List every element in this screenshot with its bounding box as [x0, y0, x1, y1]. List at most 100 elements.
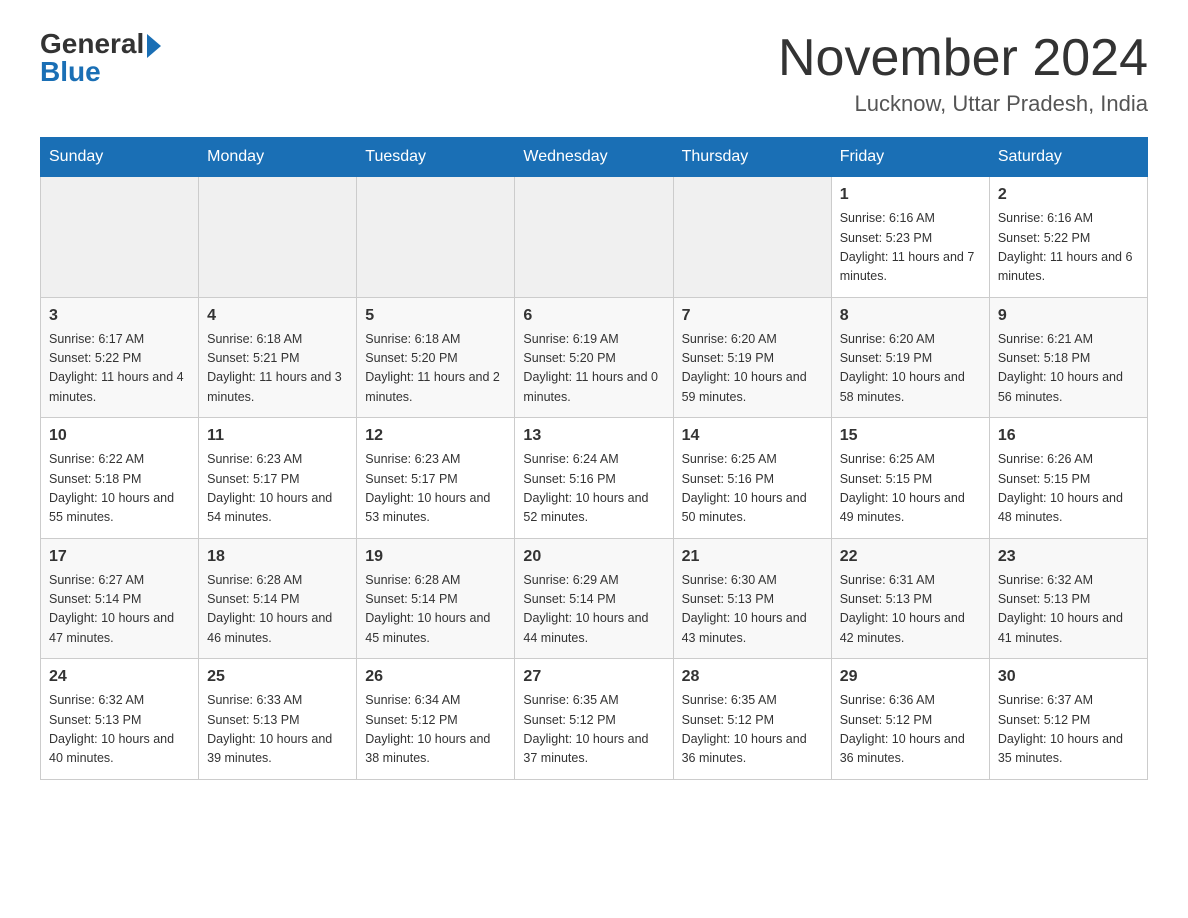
day-number: 13: [523, 424, 664, 448]
week-row-5: 24Sunrise: 6:32 AMSunset: 5:13 PMDayligh…: [41, 659, 1148, 780]
calendar-table: SundayMondayTuesdayWednesdayThursdayFrid…: [40, 137, 1148, 780]
day-info: Sunrise: 6:19 AMSunset: 5:20 PMDaylight:…: [523, 330, 664, 408]
calendar-cell: 26Sunrise: 6:34 AMSunset: 5:12 PMDayligh…: [357, 659, 515, 780]
week-row-1: 1Sunrise: 6:16 AMSunset: 5:23 PMDaylight…: [41, 177, 1148, 298]
calendar-cell: 17Sunrise: 6:27 AMSunset: 5:14 PMDayligh…: [41, 538, 199, 659]
day-info: Sunrise: 6:22 AMSunset: 5:18 PMDaylight:…: [49, 450, 190, 528]
calendar-cell: 14Sunrise: 6:25 AMSunset: 5:16 PMDayligh…: [673, 418, 831, 539]
calendar-cell: 23Sunrise: 6:32 AMSunset: 5:13 PMDayligh…: [989, 538, 1147, 659]
calendar-cell: 10Sunrise: 6:22 AMSunset: 5:18 PMDayligh…: [41, 418, 199, 539]
day-number: 18: [207, 545, 348, 569]
day-info: Sunrise: 6:32 AMSunset: 5:13 PMDaylight:…: [49, 691, 190, 769]
day-number: 27: [523, 665, 664, 689]
day-number: 23: [998, 545, 1139, 569]
weekday-header-sunday: Sunday: [41, 138, 199, 177]
day-number: 30: [998, 665, 1139, 689]
calendar-cell: 12Sunrise: 6:23 AMSunset: 5:17 PMDayligh…: [357, 418, 515, 539]
calendar-cell: [41, 177, 199, 298]
calendar-cell: 24Sunrise: 6:32 AMSunset: 5:13 PMDayligh…: [41, 659, 199, 780]
calendar-cell: 8Sunrise: 6:20 AMSunset: 5:19 PMDaylight…: [831, 297, 989, 418]
day-number: 12: [365, 424, 506, 448]
calendar-cell: 13Sunrise: 6:24 AMSunset: 5:16 PMDayligh…: [515, 418, 673, 539]
day-number: 2: [998, 183, 1139, 207]
weekday-header-thursday: Thursday: [673, 138, 831, 177]
day-info: Sunrise: 6:16 AMSunset: 5:22 PMDaylight:…: [998, 209, 1139, 287]
day-info: Sunrise: 6:20 AMSunset: 5:19 PMDaylight:…: [840, 330, 981, 408]
day-info: Sunrise: 6:25 AMSunset: 5:16 PMDaylight:…: [682, 450, 823, 528]
day-info: Sunrise: 6:29 AMSunset: 5:14 PMDaylight:…: [523, 571, 664, 649]
day-number: 24: [49, 665, 190, 689]
day-number: 25: [207, 665, 348, 689]
day-info: Sunrise: 6:33 AMSunset: 5:13 PMDaylight:…: [207, 691, 348, 769]
calendar-cell: 27Sunrise: 6:35 AMSunset: 5:12 PMDayligh…: [515, 659, 673, 780]
day-number: 6: [523, 304, 664, 328]
day-number: 7: [682, 304, 823, 328]
calendar-cell: 25Sunrise: 6:33 AMSunset: 5:13 PMDayligh…: [199, 659, 357, 780]
weekday-header-row: SundayMondayTuesdayWednesdayThursdayFrid…: [41, 138, 1148, 177]
day-number: 29: [840, 665, 981, 689]
day-info: Sunrise: 6:16 AMSunset: 5:23 PMDaylight:…: [840, 209, 981, 287]
calendar-cell: [673, 177, 831, 298]
day-number: 20: [523, 545, 664, 569]
day-info: Sunrise: 6:23 AMSunset: 5:17 PMDaylight:…: [207, 450, 348, 528]
calendar-body: 1Sunrise: 6:16 AMSunset: 5:23 PMDaylight…: [41, 177, 1148, 780]
day-info: Sunrise: 6:18 AMSunset: 5:20 PMDaylight:…: [365, 330, 506, 408]
calendar-cell: 30Sunrise: 6:37 AMSunset: 5:12 PMDayligh…: [989, 659, 1147, 780]
day-number: 8: [840, 304, 981, 328]
day-info: Sunrise: 6:34 AMSunset: 5:12 PMDaylight:…: [365, 691, 506, 769]
calendar-cell: 3Sunrise: 6:17 AMSunset: 5:22 PMDaylight…: [41, 297, 199, 418]
calendar-cell: 4Sunrise: 6:18 AMSunset: 5:21 PMDaylight…: [199, 297, 357, 418]
day-number: 21: [682, 545, 823, 569]
day-info: Sunrise: 6:18 AMSunset: 5:21 PMDaylight:…: [207, 330, 348, 408]
day-number: 14: [682, 424, 823, 448]
logo-blue-text: Blue: [40, 58, 101, 86]
day-info: Sunrise: 6:36 AMSunset: 5:12 PMDaylight:…: [840, 691, 981, 769]
day-number: 9: [998, 304, 1139, 328]
day-number: 28: [682, 665, 823, 689]
week-row-3: 10Sunrise: 6:22 AMSunset: 5:18 PMDayligh…: [41, 418, 1148, 539]
day-info: Sunrise: 6:27 AMSunset: 5:14 PMDaylight:…: [49, 571, 190, 649]
day-info: Sunrise: 6:35 AMSunset: 5:12 PMDaylight:…: [682, 691, 823, 769]
calendar-cell: 1Sunrise: 6:16 AMSunset: 5:23 PMDaylight…: [831, 177, 989, 298]
calendar-cell: 11Sunrise: 6:23 AMSunset: 5:17 PMDayligh…: [199, 418, 357, 539]
calendar-header: SundayMondayTuesdayWednesdayThursdayFrid…: [41, 138, 1148, 177]
day-info: Sunrise: 6:24 AMSunset: 5:16 PMDaylight:…: [523, 450, 664, 528]
day-number: 3: [49, 304, 190, 328]
day-number: 17: [49, 545, 190, 569]
calendar-cell: 20Sunrise: 6:29 AMSunset: 5:14 PMDayligh…: [515, 538, 673, 659]
calendar-cell: 21Sunrise: 6:30 AMSunset: 5:13 PMDayligh…: [673, 538, 831, 659]
calendar-cell: 6Sunrise: 6:19 AMSunset: 5:20 PMDaylight…: [515, 297, 673, 418]
day-number: 16: [998, 424, 1139, 448]
month-title: November 2024: [778, 30, 1148, 87]
calendar-cell: 5Sunrise: 6:18 AMSunset: 5:20 PMDaylight…: [357, 297, 515, 418]
day-number: 10: [49, 424, 190, 448]
day-info: Sunrise: 6:30 AMSunset: 5:13 PMDaylight:…: [682, 571, 823, 649]
weekday-header-friday: Friday: [831, 138, 989, 177]
weekday-header-wednesday: Wednesday: [515, 138, 673, 177]
day-info: Sunrise: 6:32 AMSunset: 5:13 PMDaylight:…: [998, 571, 1139, 649]
day-number: 26: [365, 665, 506, 689]
weekday-header-saturday: Saturday: [989, 138, 1147, 177]
week-row-4: 17Sunrise: 6:27 AMSunset: 5:14 PMDayligh…: [41, 538, 1148, 659]
calendar-cell: [199, 177, 357, 298]
weekday-header-monday: Monday: [199, 138, 357, 177]
day-number: 22: [840, 545, 981, 569]
day-info: Sunrise: 6:23 AMSunset: 5:17 PMDaylight:…: [365, 450, 506, 528]
day-info: Sunrise: 6:28 AMSunset: 5:14 PMDaylight:…: [365, 571, 506, 649]
page-header: General Blue November 2024 Lucknow, Utta…: [40, 30, 1148, 117]
day-info: Sunrise: 6:28 AMSunset: 5:14 PMDaylight:…: [207, 571, 348, 649]
weekday-header-tuesday: Tuesday: [357, 138, 515, 177]
calendar-cell: 16Sunrise: 6:26 AMSunset: 5:15 PMDayligh…: [989, 418, 1147, 539]
title-block: November 2024 Lucknow, Uttar Pradesh, In…: [778, 30, 1148, 117]
day-number: 19: [365, 545, 506, 569]
day-info: Sunrise: 6:25 AMSunset: 5:15 PMDaylight:…: [840, 450, 981, 528]
calendar-cell: 19Sunrise: 6:28 AMSunset: 5:14 PMDayligh…: [357, 538, 515, 659]
calendar-cell: [357, 177, 515, 298]
calendar-cell: 28Sunrise: 6:35 AMSunset: 5:12 PMDayligh…: [673, 659, 831, 780]
day-number: 4: [207, 304, 348, 328]
calendar-cell: [515, 177, 673, 298]
day-info: Sunrise: 6:31 AMSunset: 5:13 PMDaylight:…: [840, 571, 981, 649]
location: Lucknow, Uttar Pradesh, India: [778, 91, 1148, 117]
day-number: 15: [840, 424, 981, 448]
day-info: Sunrise: 6:21 AMSunset: 5:18 PMDaylight:…: [998, 330, 1139, 408]
